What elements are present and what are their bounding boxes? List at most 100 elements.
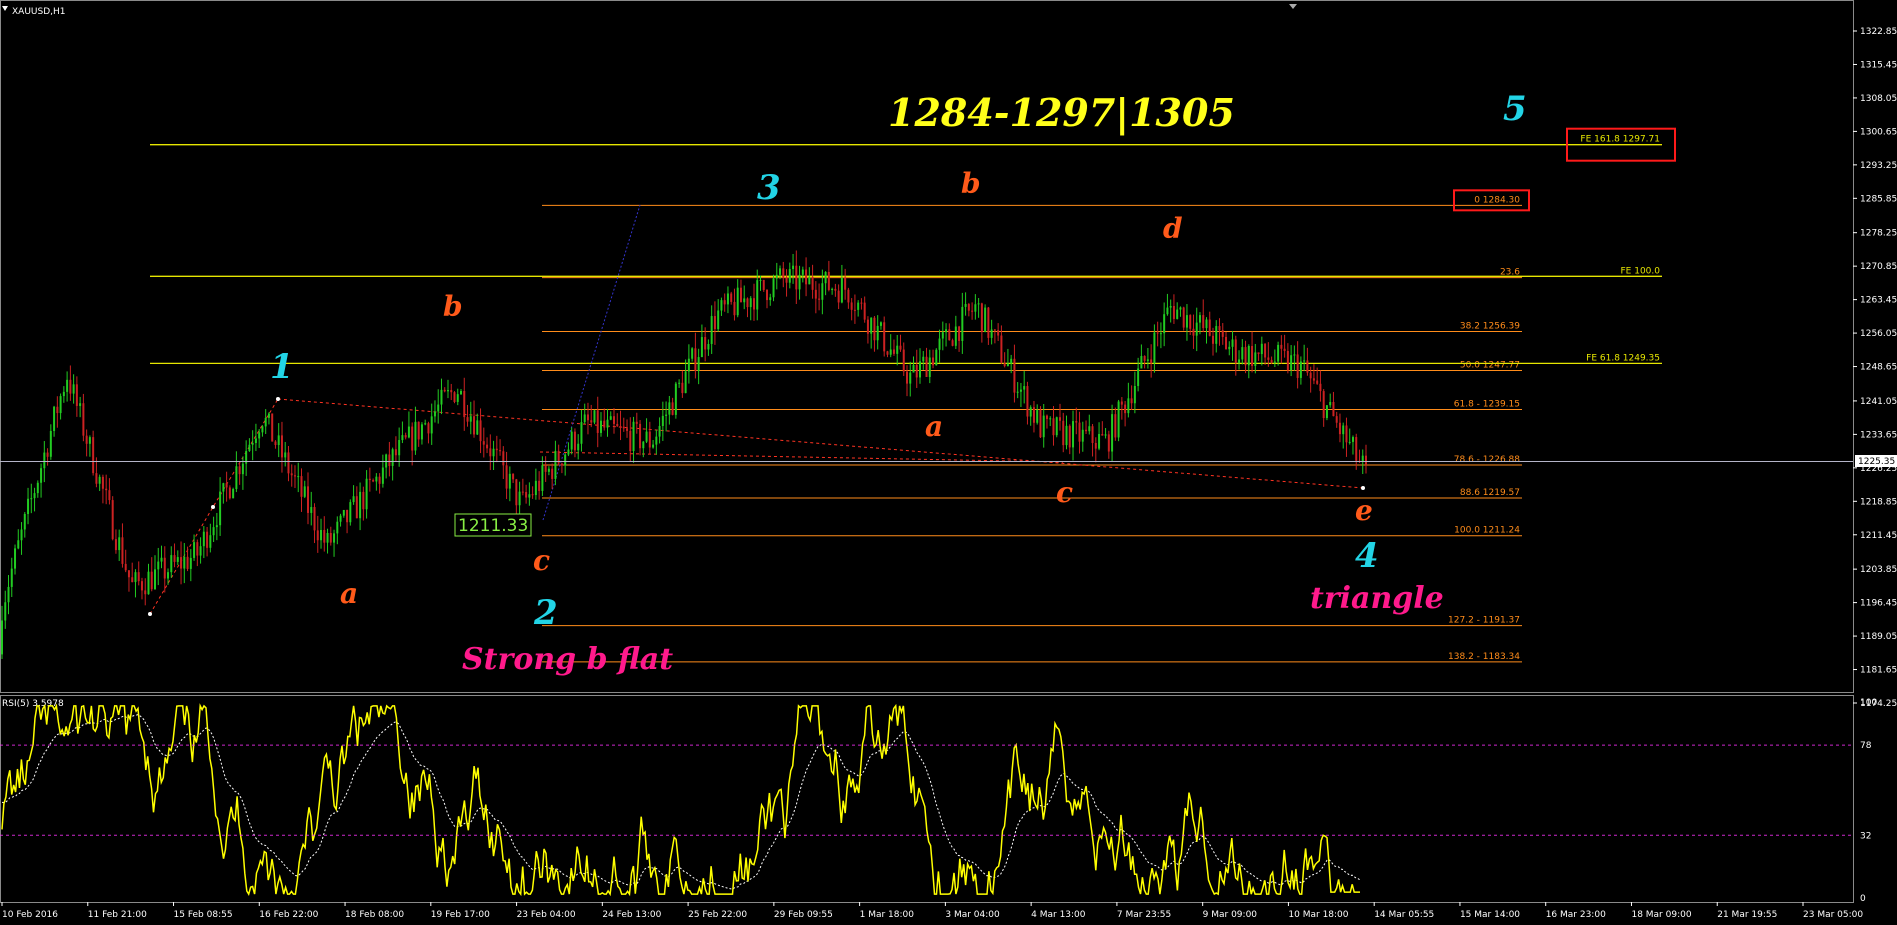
candle-body — [131, 577, 134, 583]
candle-body — [1062, 420, 1065, 446]
candle-body — [853, 309, 856, 311]
candle-body — [95, 473, 98, 484]
candle-body — [261, 426, 264, 433]
candle-body — [743, 298, 746, 303]
candle-body — [528, 494, 531, 498]
candle-body — [704, 337, 707, 350]
candle-body — [1078, 422, 1081, 442]
candle-body — [137, 572, 140, 582]
candle-body — [619, 426, 622, 428]
candle-body — [831, 288, 834, 290]
time-axis-label: 4 Mar 13:00 — [1031, 910, 1086, 920]
candle-body — [1172, 305, 1175, 319]
candle-body — [359, 491, 362, 519]
candle-body — [1146, 359, 1149, 361]
annotation-triangle: triangle — [1310, 581, 1444, 616]
wave-label-a-second: a — [925, 410, 943, 443]
candle-body — [1329, 402, 1332, 406]
candle-body — [407, 426, 410, 438]
candle-body — [1143, 356, 1146, 361]
candle-body — [665, 414, 668, 416]
candle-body — [101, 476, 104, 489]
candle-body — [372, 480, 375, 482]
candle-body — [525, 492, 528, 498]
candle-body — [121, 537, 124, 564]
candle-body — [766, 289, 769, 301]
time-axis-label: 3 Mar 04:00 — [945, 910, 1000, 920]
candle-body — [1120, 401, 1123, 405]
candle-body — [971, 310, 974, 312]
candle-body — [863, 302, 866, 320]
candle-body — [1228, 346, 1231, 350]
candle-body — [437, 404, 440, 412]
candle-body — [775, 274, 778, 279]
candle-body — [10, 568, 13, 587]
candle-body — [108, 490, 111, 501]
wave-label-c-second: c — [1056, 476, 1073, 509]
candle-body — [1325, 405, 1328, 419]
candle-body — [1342, 425, 1345, 435]
candle-body — [254, 438, 257, 443]
candle-body — [531, 494, 534, 496]
candle-body — [414, 421, 417, 451]
candle-body — [1215, 326, 1218, 344]
candle-body — [639, 423, 642, 449]
candle-body — [954, 326, 957, 346]
candle-body — [1133, 385, 1136, 404]
time-axis-label: 25 Feb 22:00 — [688, 910, 747, 920]
fib-level-label: 138.2 - 1183.34 — [1448, 652, 1520, 662]
candle-body — [661, 415, 664, 426]
candle-body — [1029, 407, 1032, 417]
candle-body — [196, 542, 199, 556]
trading-chart[interactable]: XAUUSD,H1 RSI(5) 3.5978 0 1284.3023.638.… — [0, 0, 1897, 925]
candle-body — [889, 349, 892, 355]
candle-body — [1205, 319, 1208, 329]
candle-body — [287, 452, 290, 474]
candle-body — [1189, 315, 1192, 329]
candle-body — [463, 391, 466, 418]
candle-body — [805, 269, 808, 285]
candle-body — [941, 332, 944, 339]
candle-body — [779, 268, 782, 275]
candle-body — [144, 590, 147, 595]
candle-body — [1016, 391, 1019, 393]
time-axis-label: 21 Mar 19:55 — [1717, 910, 1777, 920]
candle-body — [668, 402, 671, 415]
price-axis-label: 1300.65 — [1860, 127, 1897, 137]
candle-body — [349, 502, 352, 523]
candle-body — [398, 440, 401, 456]
candle-body — [69, 379, 72, 394]
candle-body — [417, 421, 420, 440]
fib-level-label: 78.6 - 1226.88 — [1454, 455, 1520, 465]
price-axis-label: 1189.05 — [1860, 632, 1897, 642]
candle-body — [1247, 346, 1250, 366]
candle-body — [284, 452, 287, 458]
candle-body — [1241, 347, 1244, 360]
candle-body — [844, 277, 847, 290]
price-axis-label: 1293.25 — [1860, 161, 1897, 171]
candle-body — [453, 392, 456, 402]
candle-body — [118, 537, 121, 551]
candle-body — [43, 452, 46, 469]
candle-body — [430, 416, 433, 434]
candle-body — [140, 581, 143, 591]
candle-body — [46, 452, 49, 457]
candle-body — [613, 416, 616, 424]
fib-level-label: 127.2 - 1191.37 — [1448, 616, 1520, 626]
candle-body — [541, 465, 544, 491]
candle-body — [915, 364, 918, 378]
candle-body — [1290, 355, 1293, 371]
candle-body — [551, 468, 554, 479]
time-axis-label: 9 Mar 09:00 — [1203, 910, 1258, 920]
candle-body — [339, 515, 342, 522]
wave-label-d-second: d — [1163, 212, 1183, 245]
time-axis-label: 16 Feb 22:00 — [259, 910, 318, 920]
candle-body — [720, 300, 723, 311]
candle-body — [1338, 422, 1341, 435]
candle-body — [202, 531, 205, 547]
candle-body — [199, 546, 202, 556]
candle-body — [958, 326, 961, 341]
candle-body — [420, 424, 423, 440]
candle-body — [1198, 315, 1201, 323]
fib-level-label: 61.8 - 1239.15 — [1454, 400, 1520, 410]
